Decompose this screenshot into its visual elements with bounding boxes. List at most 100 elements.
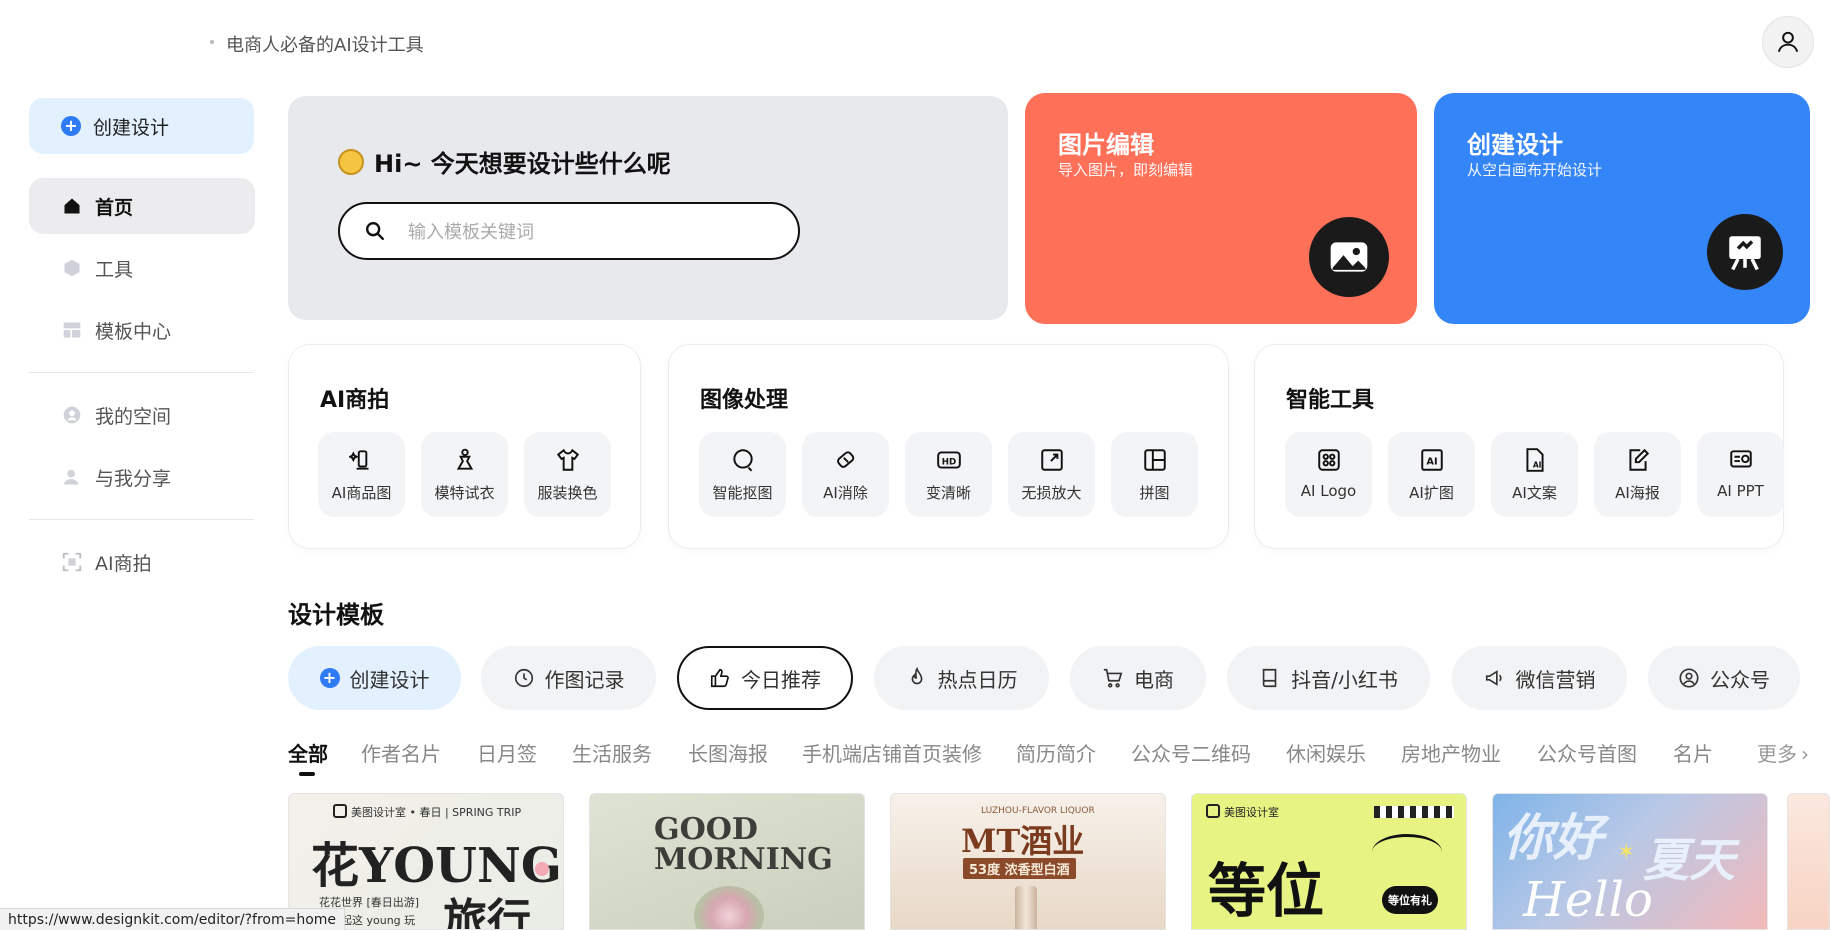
template-subtitle: 旅行 bbox=[443, 895, 531, 930]
sidebar-item-tools[interactable]: 工具 bbox=[29, 240, 255, 296]
active-tab-indicator bbox=[299, 772, 315, 776]
clock-icon bbox=[513, 667, 535, 689]
category-tab[interactable]: 日月签 bbox=[477, 738, 537, 767]
chip-create-design[interactable]: + 创建设计 bbox=[288, 646, 461, 710]
sidebar-divider bbox=[29, 372, 254, 373]
template-subtitle: 等位有礼 bbox=[1382, 886, 1438, 914]
user-circle-icon bbox=[61, 404, 83, 426]
chip-label: 作图记录 bbox=[544, 667, 625, 692]
tool-label: 模特试衣 bbox=[434, 484, 495, 502]
tool-label: AI海报 bbox=[1615, 484, 1660, 502]
chip-douyin-xiaohongshu[interactable]: 抖音/小红书 bbox=[1227, 646, 1430, 710]
sidebar-divider bbox=[29, 519, 254, 520]
category-tab[interactable]: 名片 bbox=[1673, 738, 1713, 767]
sidebar-create-button[interactable]: + 创建设计 bbox=[29, 98, 254, 154]
flame-icon bbox=[906, 667, 928, 689]
flower-dot bbox=[535, 862, 549, 876]
tool-label: 无损放大 bbox=[1021, 484, 1082, 502]
tool-ai-logo[interactable]: AI Logo bbox=[1285, 432, 1372, 517]
collage-icon bbox=[1141, 446, 1169, 474]
category-tab[interactable]: 公众号首图 bbox=[1537, 738, 1637, 767]
tool-ai-expand[interactable]: AI AI扩图 bbox=[1388, 432, 1475, 517]
category-tab[interactable]: 公众号二维码 bbox=[1131, 738, 1251, 767]
tool-label: 变清晰 bbox=[925, 484, 971, 502]
search-placeholder: 输入模板关键词 bbox=[408, 222, 534, 243]
greeting: Hi~ 今天想要设计些什么呢 bbox=[338, 144, 671, 179]
category-tab[interactable]: 房地产物业 bbox=[1401, 738, 1501, 767]
tool-label: AI PPT bbox=[1717, 482, 1764, 500]
image-edit-icon-button[interactable] bbox=[1309, 217, 1389, 297]
hd-icon: HD bbox=[935, 446, 963, 474]
sidebar-item-my-space[interactable]: 我的空间 bbox=[29, 387, 255, 443]
category-tab[interactable]: 长图海报 bbox=[688, 738, 768, 767]
chip-official-account[interactable]: 公众号 bbox=[1648, 646, 1800, 710]
template-title: MT酒业 bbox=[961, 822, 1085, 860]
template-search-input[interactable]: 输入模板关键词 bbox=[338, 202, 800, 260]
svg-text:AI: AI bbox=[1426, 456, 1437, 467]
template-note: Hello bbox=[1523, 872, 1653, 928]
chip-ecommerce[interactable]: 电商 bbox=[1070, 646, 1206, 710]
tool-sharpen[interactable]: HD 变清晰 bbox=[905, 432, 992, 517]
category-tab[interactable]: 生活服务 bbox=[572, 738, 652, 767]
category-tab[interactable]: 手机端店铺首页装修 bbox=[802, 738, 982, 767]
tool-ai-copywriting[interactable]: AI AI文案 bbox=[1491, 432, 1578, 517]
sidebar-item-templates[interactable]: 模板中心 bbox=[29, 302, 255, 358]
create-design-icon-button[interactable] bbox=[1707, 214, 1783, 290]
create-design-card[interactable]: 创建设计 从空白画布开始设计 bbox=[1434, 93, 1810, 324]
chip-history[interactable]: 作图记录 bbox=[481, 646, 656, 710]
sidebar-item-shared[interactable]: 与我分享 bbox=[29, 449, 255, 505]
sidebar-item-label: 首页 bbox=[95, 196, 134, 219]
image-edit-card[interactable]: 图片编辑 导入图片，即刻编辑 bbox=[1025, 93, 1417, 324]
logo-grid-icon bbox=[1315, 446, 1343, 474]
plus-icon: + bbox=[61, 116, 81, 136]
tool-ai-ppt[interactable]: AI PPT bbox=[1697, 432, 1784, 517]
tool-clothing-recolor[interactable]: 服装换色 bbox=[524, 432, 611, 517]
plus-icon: + bbox=[319, 668, 340, 688]
tool-collage[interactable]: 拼图 bbox=[1111, 432, 1198, 517]
template-title: 你好 bbox=[1503, 809, 1603, 867]
ai-shoot-icon bbox=[61, 551, 83, 573]
megaphone-icon bbox=[1484, 667, 1506, 689]
template-card[interactable]: 你好 夏天 Hello ✶ bbox=[1492, 793, 1768, 930]
greeting-text: Hi~ 今天想要设计些什么呢 bbox=[374, 150, 671, 178]
brand-logo-icon bbox=[1206, 804, 1220, 818]
sidebar-item-ai-shoot[interactable]: AI商拍 bbox=[29, 534, 255, 590]
sidebar-item-label: 与我分享 bbox=[95, 467, 172, 490]
user-circle-outline-icon bbox=[1678, 667, 1700, 689]
book-icon bbox=[1259, 667, 1281, 689]
category-tab[interactable]: 休闲娱乐 bbox=[1286, 738, 1366, 767]
tool-label: AI消除 bbox=[823, 484, 868, 502]
template-card[interactable] bbox=[1787, 793, 1830, 930]
tool-ai-poster[interactable]: AI海报 bbox=[1594, 432, 1681, 517]
share-user-icon bbox=[61, 466, 83, 488]
category-tab[interactable]: 简历简介 bbox=[1016, 738, 1096, 767]
template-card[interactable]: LUZHOU-FLAVOR LIQUOR MT酒业 53度 浓香型白酒 bbox=[890, 793, 1166, 930]
category-tab-all[interactable]: 全部 bbox=[288, 738, 328, 767]
sidebar: + 创建设计 首页 工具 模板中心 我的空间 与我分享 AI商拍 bbox=[29, 98, 255, 590]
template-card[interactable]: GOOD MORNING bbox=[589, 793, 865, 930]
chip-today-recommend[interactable]: 今日推荐 bbox=[677, 646, 853, 710]
chip-hot-calendar[interactable]: 热点日历 bbox=[874, 646, 1049, 710]
template-icon bbox=[61, 319, 83, 341]
tool-lossless-upscale[interactable]: 无损放大 bbox=[1008, 432, 1095, 517]
tool-model-tryon[interactable]: 模特试衣 bbox=[421, 432, 508, 517]
tool-ai-product-image[interactable]: AI商品图 bbox=[318, 432, 405, 517]
template-title: 等位 bbox=[1208, 857, 1325, 925]
sidebar-item-home[interactable]: 首页 bbox=[29, 178, 255, 234]
user-icon bbox=[1777, 31, 1799, 53]
bottle bbox=[1015, 886, 1037, 929]
template-card[interactable]: 美图设计室 等位 等位有礼 bbox=[1191, 793, 1467, 930]
chip-wechat-marketing[interactable]: 微信营销 bbox=[1452, 646, 1627, 710]
home-icon bbox=[61, 195, 83, 217]
sidebar-item-label: 工具 bbox=[95, 258, 134, 281]
template-subtitle: 夏天 bbox=[1643, 833, 1735, 887]
tool-ai-erase[interactable]: AI消除 bbox=[802, 432, 889, 517]
tool-smart-cutout[interactable]: 智能抠图 bbox=[699, 432, 786, 517]
avatar-button[interactable] bbox=[1762, 16, 1814, 68]
more-categories-button[interactable]: 更多 › bbox=[1757, 738, 1809, 767]
ai-document-icon: AI bbox=[1521, 446, 1549, 474]
flower-bouquet bbox=[694, 886, 764, 929]
poster-pen-icon bbox=[1624, 446, 1652, 474]
template-brand: 美图设计室 bbox=[1224, 806, 1279, 819]
category-tab[interactable]: 作者名片 bbox=[361, 738, 441, 767]
